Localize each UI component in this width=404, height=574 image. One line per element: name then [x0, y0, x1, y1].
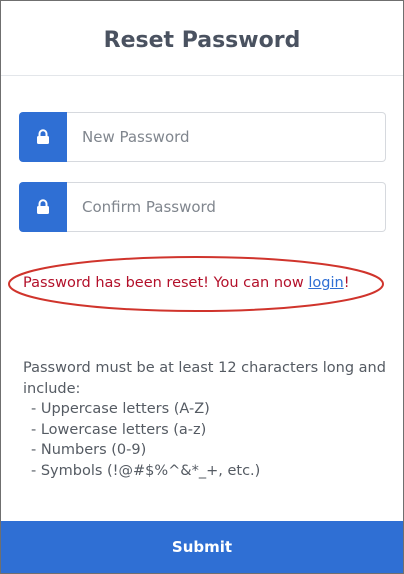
requirement-item: - Numbers (0-9) [31, 442, 147, 458]
reset-password-panel: Reset Password Password has been reset! … [0, 0, 404, 574]
status-message-highlight: Password has been reset! You can now log… [7, 255, 387, 313]
status-message: Password has been reset! You can now log… [23, 275, 350, 291]
page-title: Reset Password [103, 27, 301, 53]
status-message-text: Password has been reset! You can now [23, 275, 309, 291]
lock-icon [19, 112, 67, 162]
panel-header: Reset Password [1, 1, 403, 76]
new-password-input[interactable] [67, 112, 386, 162]
confirm-password-field [19, 182, 386, 232]
confirm-password-input[interactable] [67, 182, 386, 232]
requirement-item: - Symbols (!@#$%^&*_+, etc.) [31, 462, 261, 479]
password-requirements: Password must be at least 12 characters … [23, 358, 388, 481]
submit-button[interactable]: Submit [1, 521, 403, 573]
requirement-item: - Lowercase letters (a-z) [31, 421, 207, 438]
new-password-field [19, 112, 386, 162]
requirement-item: - Uppercase letters (A-Z) [31, 401, 210, 417]
status-message-suffix: ! [343, 275, 350, 291]
requirements-intro: Password must be at least 12 characters … [23, 360, 386, 397]
login-link[interactable]: login [308, 275, 343, 291]
lock-icon [19, 182, 67, 232]
requirements-list: - Uppercase letters (A-Z) - Lowercase le… [23, 399, 388, 481]
